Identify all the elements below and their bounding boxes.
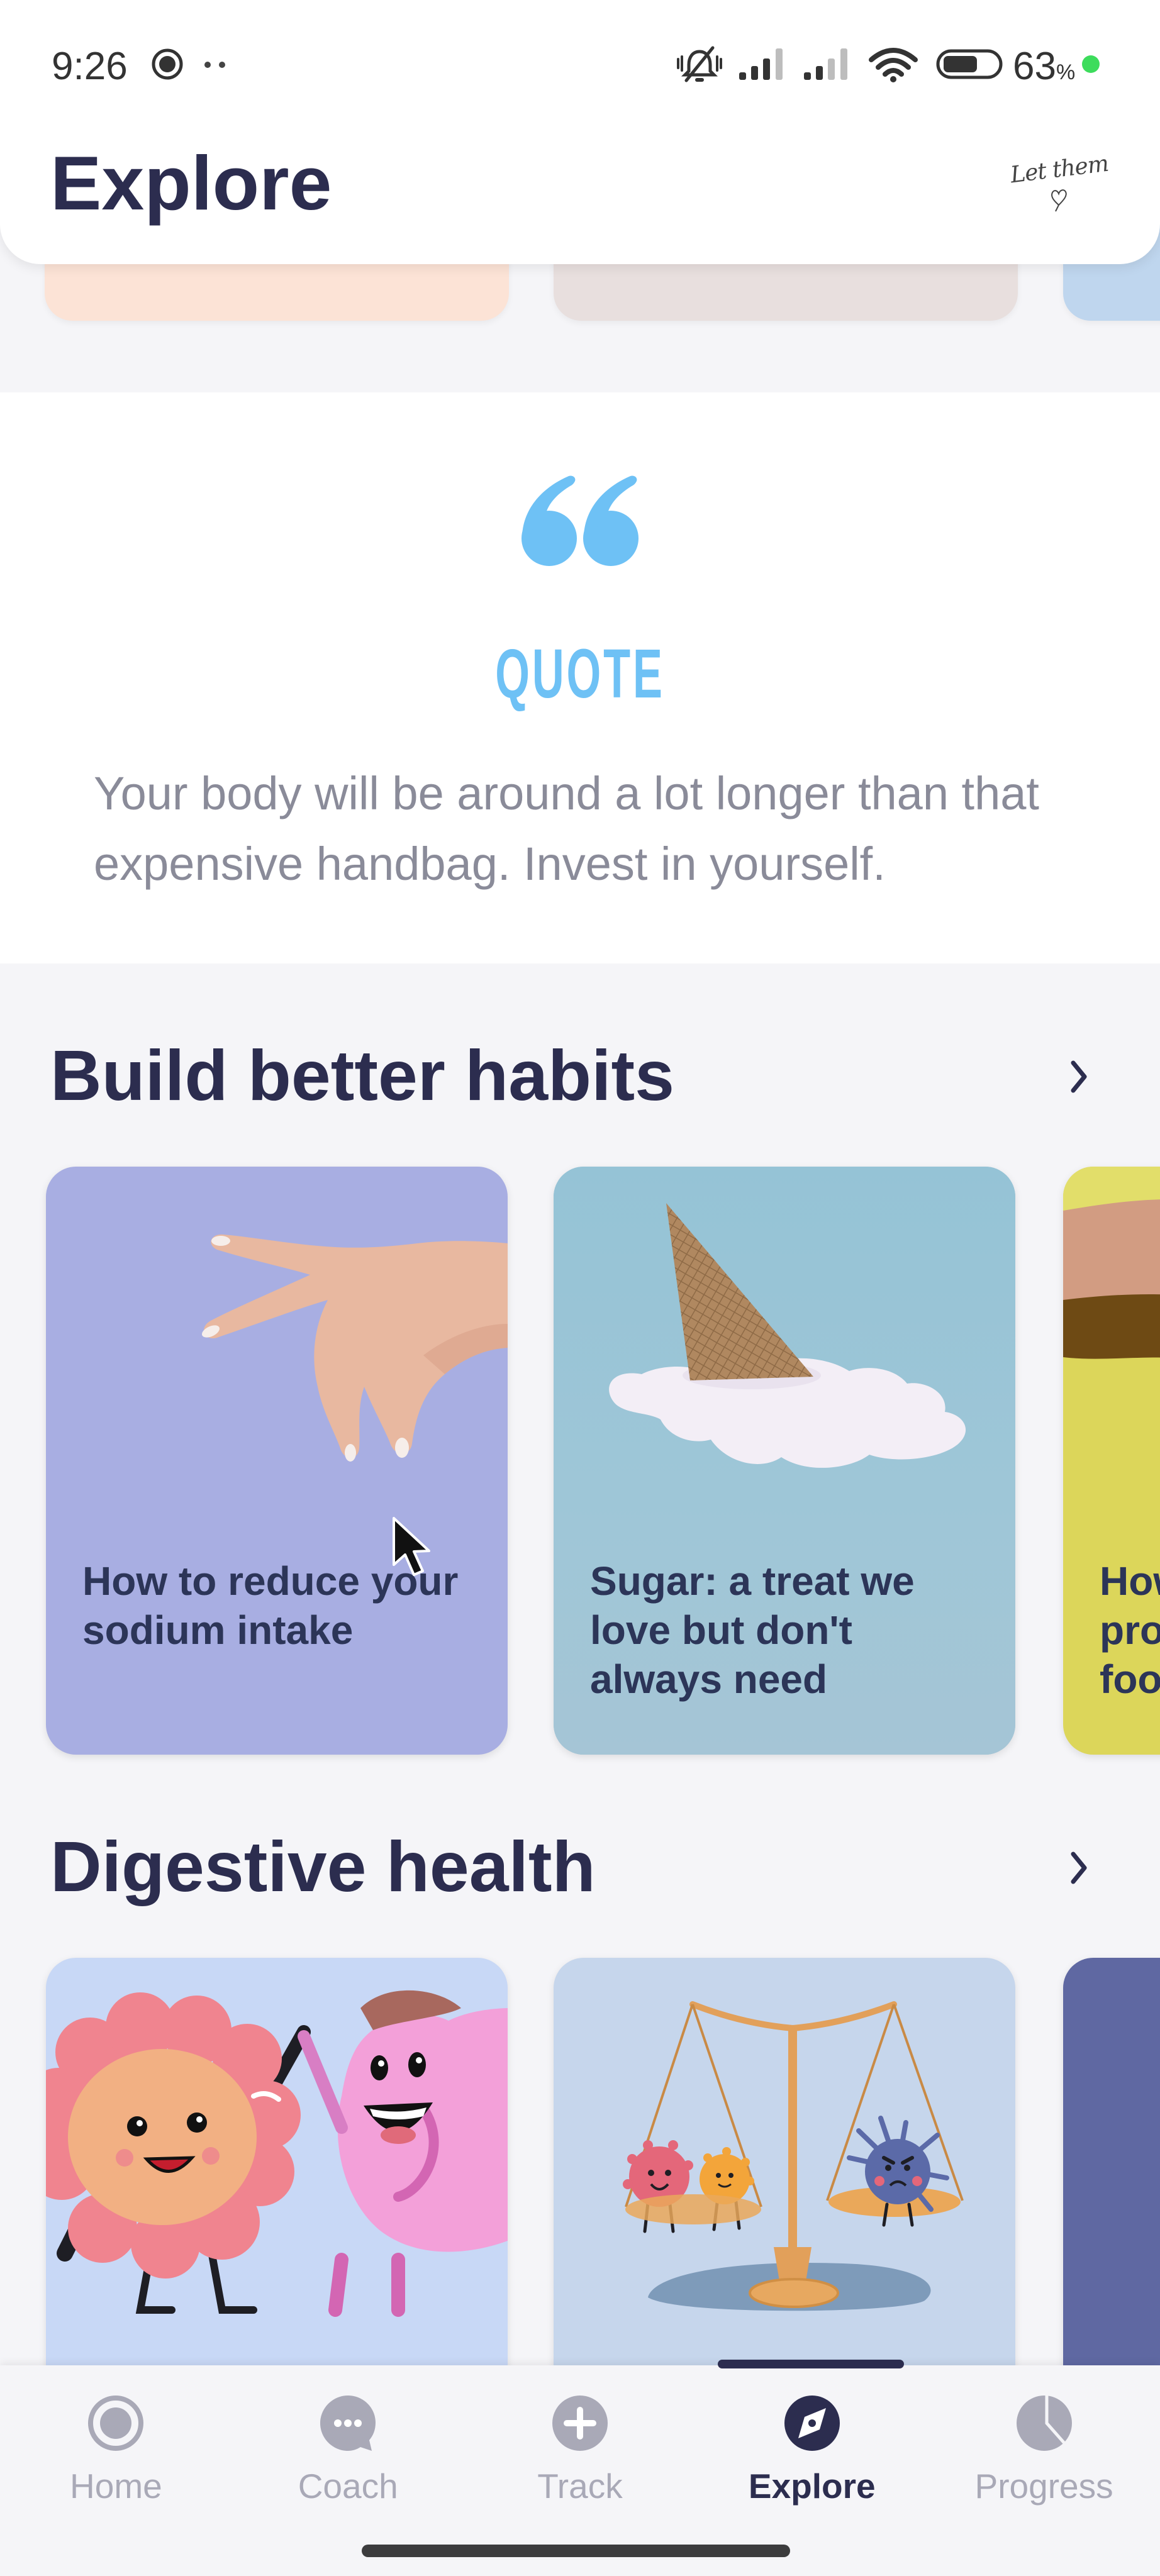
screen-record-icon xyxy=(152,48,183,80)
article-card-title-line: pro xyxy=(1100,1607,1160,1653)
charging-indicator-dot xyxy=(1082,55,1100,73)
article-card-title-line: How xyxy=(1100,1558,1160,1604)
chevron-right-icon[interactable] xyxy=(1066,1849,1092,1887)
section-title-habits: Build better habits xyxy=(50,1036,674,1115)
quote-mark-icon xyxy=(521,475,639,566)
more-notifications-icon xyxy=(204,62,225,68)
signal-sim1-icon xyxy=(739,48,783,80)
silent-mode-icon xyxy=(677,46,722,82)
nav-label: Track xyxy=(537,2467,623,2506)
article-card[interactable]: Sugar: a treat we love but don't always … xyxy=(554,1167,1015,1755)
article-card-title-line: foo xyxy=(1100,1657,1160,1702)
explore-compass-icon xyxy=(784,2396,840,2451)
status-time: 9:26 xyxy=(52,45,128,88)
page-title: Explore xyxy=(50,140,332,226)
home-icon xyxy=(88,2396,144,2451)
battery-icon xyxy=(936,49,1003,79)
section-title-digestive: Digestive health xyxy=(50,1827,596,1906)
mouse-cursor xyxy=(393,1517,430,1576)
home-indicator[interactable] xyxy=(362,2545,790,2557)
hand-pinching-illustration xyxy=(201,1234,508,1462)
brand-signature: Let them xyxy=(1009,150,1110,189)
article-card[interactable]: How to reduce your sodium intake xyxy=(46,1167,508,1755)
article-card-title: Sugar: a treat we love but don't always … xyxy=(590,1558,915,1702)
article-card-title: How pro foo xyxy=(1100,1557,1160,1704)
battery-percent: 63% xyxy=(1013,47,1075,92)
track-plus-icon xyxy=(552,2396,608,2451)
scroll-indicator xyxy=(718,2360,904,2368)
battery-percent-unit: % xyxy=(1056,60,1076,84)
wifi-icon xyxy=(869,48,918,82)
quote-label: QUOTE xyxy=(495,635,665,713)
chevron-right-icon[interactable] xyxy=(1066,1058,1092,1096)
app-header: 9:26 63% Explore Let them xyxy=(0,0,1160,264)
progress-pie-icon xyxy=(1016,2396,1072,2451)
article-card[interactable]: How pro foo xyxy=(1063,1167,1160,1755)
nav-label: Home xyxy=(70,2467,162,2506)
coach-chat-icon xyxy=(320,2396,376,2451)
nav-label: Progress xyxy=(974,2467,1113,2506)
nav-label: Coach xyxy=(298,2467,398,2506)
quote-text: Your body will be around a lot longer th… xyxy=(94,767,1039,890)
heart-icon xyxy=(1051,189,1067,212)
nav-label: Explore xyxy=(748,2467,876,2506)
signal-sim2-icon xyxy=(804,48,847,80)
battery-percent-value: 63 xyxy=(1013,45,1056,88)
nav-item-progress[interactable]: Progress xyxy=(928,2365,1160,2576)
quote-section: QUOTE Your body will be around a lot lon… xyxy=(0,392,1160,963)
nav-item-home[interactable]: Home xyxy=(0,2365,232,2576)
